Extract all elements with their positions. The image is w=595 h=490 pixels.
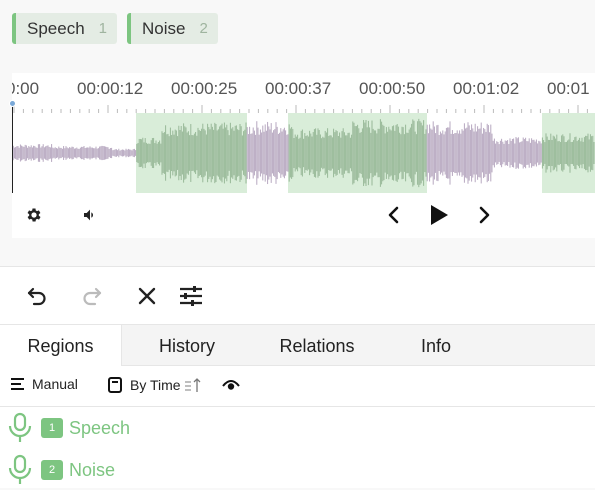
time-tick-label: 00:00:12 — [77, 79, 144, 98]
tab-relations[interactable]: Relations — [256, 325, 378, 367]
audio-annotation-panel: Speech 1 Noise 2 0:00 00:00:12 00:00:25 … — [0, 0, 595, 265]
region-index-badge: 1 — [41, 418, 63, 438]
regions-filter-bar: Manual By Time — [0, 366, 595, 407]
sort-by-time-button[interactable]: By Time — [107, 376, 204, 394]
time-tick-label: 0:00 — [12, 79, 40, 98]
time-tick-label: 00:01:02 — [453, 79, 520, 98]
region-label: Noise — [69, 459, 116, 480]
microphone-icon — [8, 412, 32, 442]
close-icon[interactable] — [134, 283, 160, 309]
player-controls — [12, 195, 595, 238]
side-panel-tabs: Regions History Relations Info — [0, 324, 595, 367]
group-manual-label: Manual — [32, 376, 78, 392]
chevron-right-icon[interactable] — [474, 204, 494, 226]
label-chip-speech[interactable]: Speech 1 — [12, 13, 118, 44]
tab-regions[interactable]: Regions — [0, 325, 122, 367]
play-icon[interactable] — [426, 202, 452, 228]
time-tick-label: 00:00:50 — [359, 79, 426, 98]
label-hotkey: 2 — [199, 20, 208, 37]
list-icon — [11, 378, 24, 390]
redo-icon[interactable] — [79, 283, 105, 309]
undo-icon[interactable] — [24, 283, 50, 309]
playhead-handle[interactable] — [9, 100, 16, 107]
chevron-left-icon[interactable] — [384, 204, 404, 226]
playhead[interactable] — [12, 103, 13, 193]
timeline[interactable]: 0:00 00:00:12 00:00:25 00:00:37 00:00:50… — [12, 73, 595, 113]
microphone-icon — [8, 454, 32, 484]
tab-history[interactable]: History — [126, 325, 248, 367]
list-item[interactable]: 2 Noise — [0, 450, 595, 490]
time-tick-label: 00:01 — [547, 79, 590, 98]
sort-by-time-label: By Time — [130, 377, 181, 393]
label-chip-name: Noise — [142, 18, 186, 38]
audio-waveform-player: 0:00 00:00:12 00:00:25 00:00:37 00:00:50… — [9, 73, 595, 238]
sliders-icon[interactable] — [178, 283, 204, 309]
timeline-ruler — [13, 105, 588, 113]
regions-list: 1 Speech 2 Noise — [0, 407, 595, 488]
list-item[interactable]: 1 Speech — [0, 408, 595, 448]
region-label: Speech — [69, 417, 131, 438]
waveform[interactable] — [12, 113, 595, 193]
label-chip-name: Speech — [27, 18, 85, 38]
time-tick-label: 00:00:25 — [171, 79, 238, 98]
time-tick-label: 00:00:37 — [265, 79, 332, 98]
group-manual-button[interactable]: Manual — [10, 376, 78, 392]
tab-info[interactable]: Info — [375, 325, 497, 367]
label-hotkey: 1 — [98, 20, 108, 37]
label-selector: Speech 1 Noise 2 — [12, 13, 218, 44]
sort-ascending-icon — [184, 378, 201, 392]
region-index-badge: 2 — [41, 460, 63, 480]
gear-icon[interactable] — [24, 205, 44, 225]
eye-icon[interactable] — [222, 378, 240, 392]
label-chip-noise[interactable]: Noise 2 — [127, 13, 218, 44]
ordered-list-icon — [108, 377, 122, 393]
annotation-toolbar — [0, 266, 595, 324]
volume-icon[interactable] — [80, 205, 100, 225]
